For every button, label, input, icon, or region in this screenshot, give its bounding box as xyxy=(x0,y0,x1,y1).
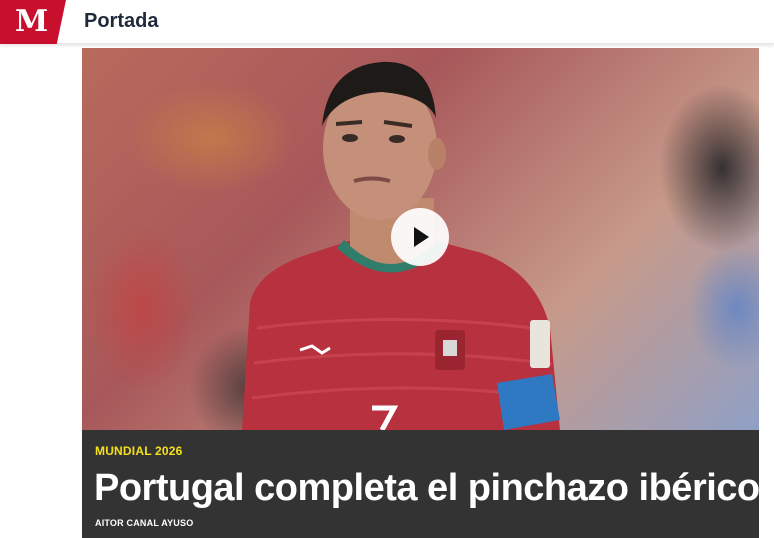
article-author: AITOR CANAL AYUSO xyxy=(95,518,194,528)
article-headline[interactable]: Portugal completa el pinchazo ibérico xyxy=(94,464,760,512)
section-title[interactable]: Portada xyxy=(84,10,158,33)
site-header: M Portada xyxy=(0,0,774,44)
marca-logo[interactable]: M xyxy=(0,0,66,44)
play-icon xyxy=(414,227,429,247)
article-kicker[interactable]: MUNDIAL 2026 xyxy=(95,444,183,458)
play-button[interactable] xyxy=(391,208,449,266)
video-thumbnail[interactable] xyxy=(82,48,759,430)
article-caption[interactable]: MUNDIAL 2026 Portugal completa el pincha… xyxy=(82,430,760,538)
